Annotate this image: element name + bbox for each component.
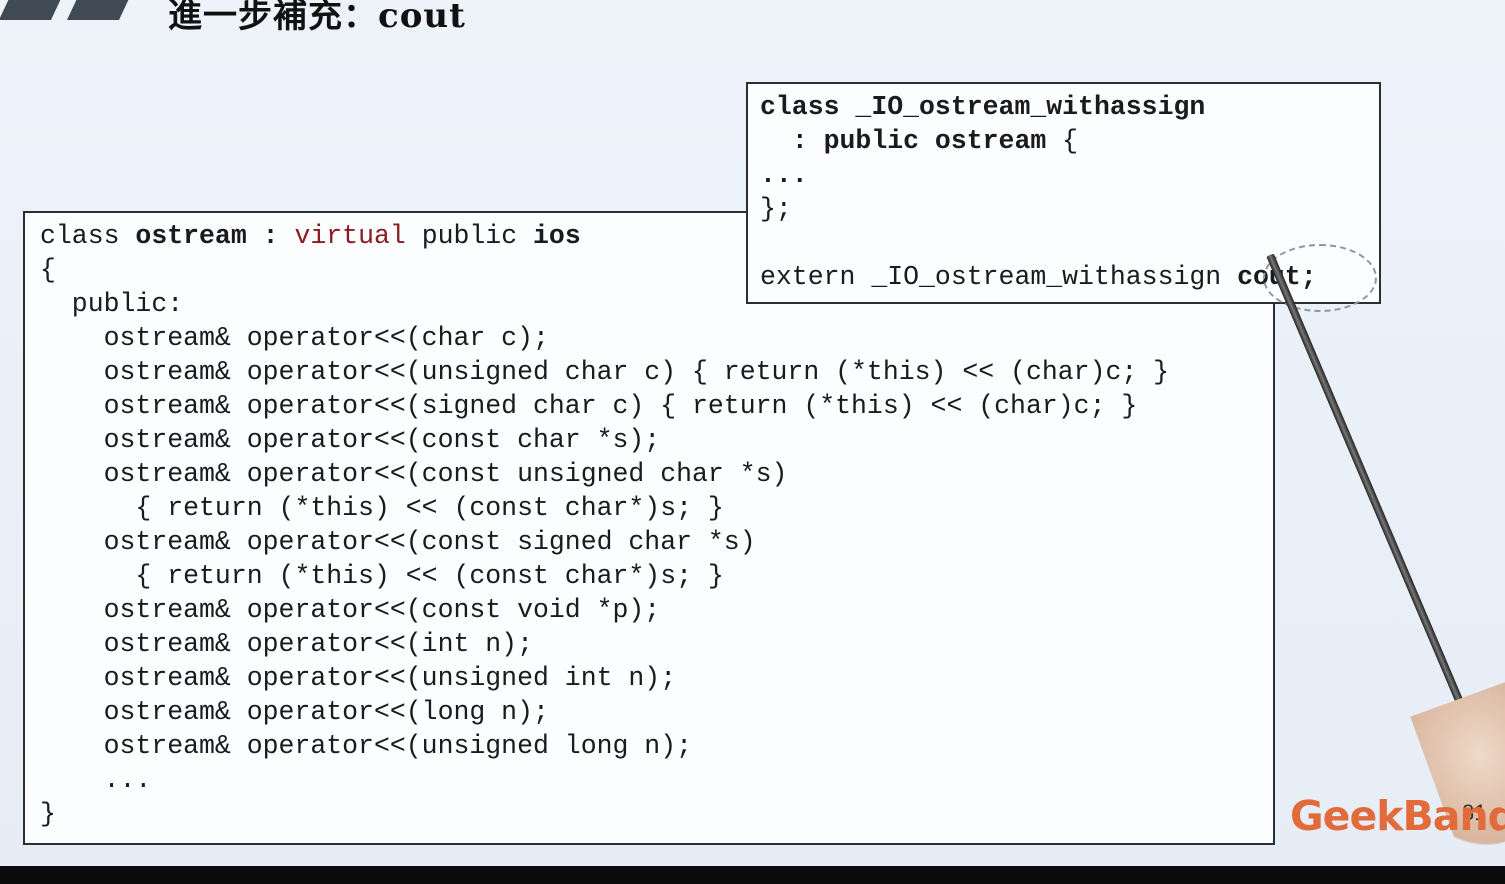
main-line-16: ostream& operator<<(unsigned long n); <box>40 731 693 761</box>
main-line-13: ostream& operator<<(int n); <box>40 629 533 659</box>
top-line-1: class _IO_ostream_withassign <box>760 92 1206 122</box>
top-line-3: ... <box>760 160 808 190</box>
main-line-2: { <box>40 255 56 285</box>
main-line-9: { return (*this) << (const char*)s; } <box>40 493 724 523</box>
video-bottom-bar <box>0 866 1505 884</box>
geekband-logo: GeekBand <box>1290 792 1505 840</box>
pointer-stick <box>1266 253 1473 727</box>
main-line-11: { return (*this) << (const char*)s; } <box>40 561 724 591</box>
main-line-8: ostream& operator<<(const unsigned char … <box>40 459 788 489</box>
withassign-code: class _IO_ostream_withassign : public os… <box>760 90 1317 294</box>
main-line-14: ostream& operator<<(unsigned int n); <box>40 663 677 693</box>
main-line-17: ... <box>40 765 152 795</box>
main-line-7: ostream& operator<<(const char *s); <box>40 425 661 455</box>
top-line-6: extern _IO_ostream_withassign cout; <box>760 262 1317 292</box>
main-line-10: ostream& operator<<(const signed char *s… <box>40 527 756 557</box>
main-line-4: ostream& operator<<(char c); <box>40 323 549 353</box>
slide-title: 進一步補充：cout <box>168 0 466 36</box>
ostream-code: class ostream : virtual public ios { pub… <box>40 219 1169 831</box>
main-line-15: ostream& operator<<(long n); <box>40 697 549 727</box>
main-line-3: public: <box>40 289 184 319</box>
main-line-6: ostream& operator<<(signed char c) { ret… <box>40 391 1138 421</box>
main-line-5: ostream& operator<<(unsigned char c) { r… <box>40 357 1170 387</box>
main-line-12: ostream& operator<<(const void *p); <box>40 595 661 625</box>
top-line-2: : public ostream { <box>791 126 1079 156</box>
ostream-class-box: class ostream : virtual public ios { pub… <box>23 211 1275 845</box>
main-line-18: } <box>40 799 56 829</box>
top-line-4: }; <box>760 194 792 224</box>
main-line-1: class ostream : virtual public ios <box>40 221 581 251</box>
slide: 進一步補充：cout class ostream : virtual publi… <box>0 0 1505 866</box>
